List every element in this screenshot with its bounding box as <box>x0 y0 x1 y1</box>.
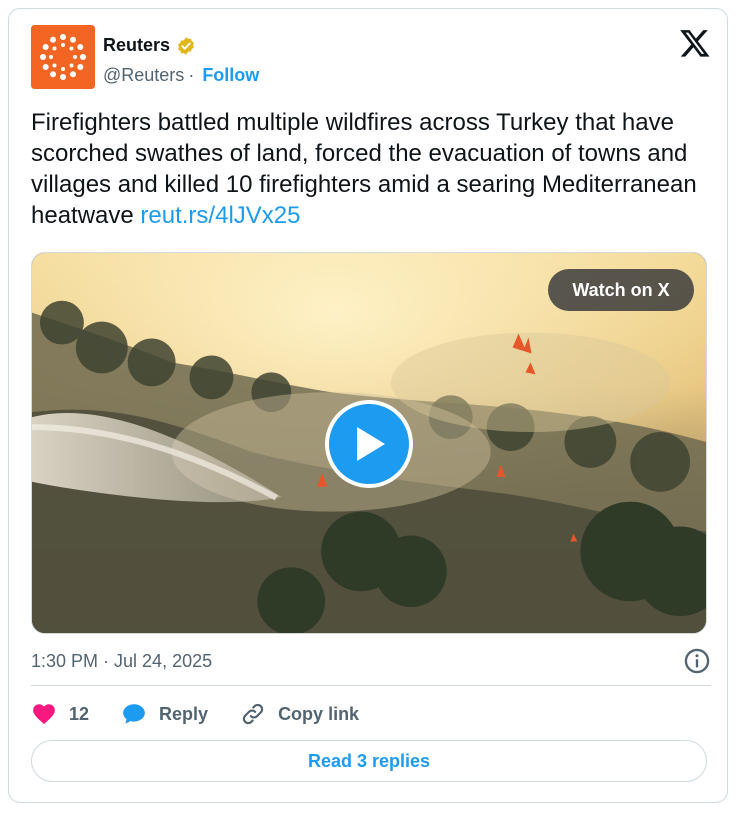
info-icon[interactable] <box>683 647 711 675</box>
watch-on-x-button[interactable]: Watch on X <box>548 269 694 311</box>
tweet-timestamp[interactable]: 1:30 PM · Jul 24, 2025 <box>31 651 212 672</box>
video-thumbnail[interactable]: Watch on X <box>31 252 707 634</box>
copy-link-button[interactable]: Copy link <box>240 701 359 727</box>
reply-button[interactable]: Reply <box>121 701 208 727</box>
play-button[interactable] <box>325 400 413 488</box>
link-icon <box>242 703 264 725</box>
read-replies-button[interactable]: Read 3 replies <box>31 740 707 782</box>
reuters-logo-avatar[interactable] <box>31 25 95 89</box>
account-name[interactable]: Reuters <box>103 35 170 56</box>
handle-row: @Reuters · Follow <box>103 65 259 86</box>
user-name-row: Reuters <box>103 35 196 56</box>
account-handle[interactable]: @Reuters <box>103 65 184 86</box>
tweet-card: Reuters @Reuters · Follow Firefighters b… <box>8 8 728 803</box>
follow-button[interactable]: Follow <box>202 65 259 86</box>
verified-badge-icon <box>178 36 194 55</box>
x-logo-icon[interactable] <box>679 27 711 59</box>
timestamp-row: 1:30 PM · Jul 24, 2025 <box>31 647 711 677</box>
play-icon <box>357 427 385 461</box>
tweet-link[interactable]: reut.rs/4lJVx25 <box>140 202 300 229</box>
tweet-header: Reuters @Reuters · Follow <box>31 25 711 89</box>
tweet-actions: 12 Reply Copy link <box>31 699 391 729</box>
tweet-text: Firefighters battled multiple wildfires … <box>31 107 711 231</box>
heart-icon <box>33 704 55 725</box>
divider <box>31 685 711 686</box>
tweet-body: Firefighters battled multiple wildfires … <box>31 109 697 229</box>
copy-link-label: Copy link <box>278 703 360 724</box>
reply-label: Reply <box>159 703 209 724</box>
reuters-logo-icon <box>31 25 95 89</box>
separator-dot: · <box>188 65 195 85</box>
reply-bubble-icon <box>123 704 145 724</box>
like-button[interactable]: 12 <box>31 701 89 727</box>
like-count: 12 <box>69 703 90 724</box>
